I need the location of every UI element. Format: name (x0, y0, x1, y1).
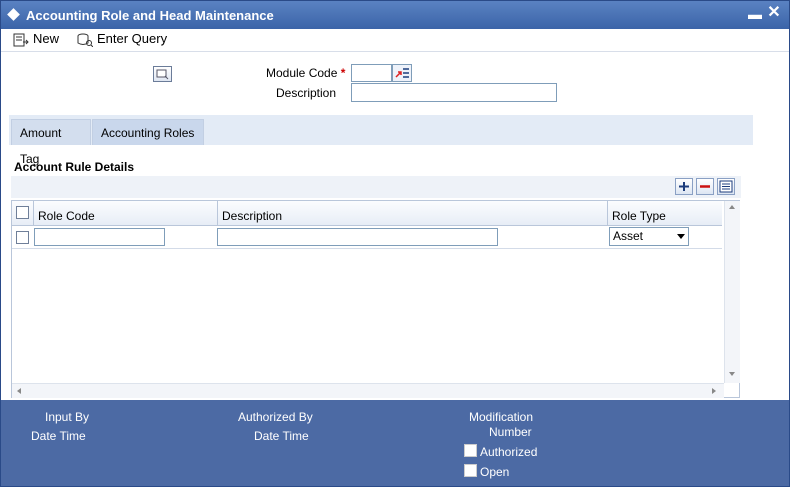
form-options-glyph-icon (156, 69, 169, 80)
description-label: Description (276, 86, 337, 100)
description-input[interactable] (351, 83, 557, 102)
vertical-scrollbar[interactable] (724, 201, 740, 383)
table-row: Asset (12, 226, 722, 249)
lov-list-icon (395, 68, 409, 78)
single-view-button[interactable] (717, 178, 735, 195)
app-diamond-icon (7, 8, 20, 21)
date-time-label-1: Date Time (31, 429, 86, 443)
input-by-label: Input By (45, 410, 90, 424)
content-area: Module Code * Description Amount Tag Acc… (1, 52, 789, 399)
role-type-select[interactable]: Asset (609, 227, 689, 246)
audit-footer: Input By Date Time Authorized By Date Ti… (1, 400, 789, 486)
header-description: Description (218, 201, 608, 225)
row-checkbox[interactable] (16, 231, 29, 244)
role-code-input[interactable] (34, 228, 165, 246)
main-window: Accounting Role and Head Maintenance ▬ ✕… (0, 0, 790, 487)
authorized-by-label: Authorized By (238, 410, 313, 424)
delete-row-button[interactable] (696, 178, 714, 195)
header-role-code: Role Code (34, 201, 218, 225)
scroll-down-icon[interactable] (729, 372, 735, 376)
tab-accounting-roles[interactable]: Accounting Roles (92, 119, 204, 145)
account-rule-grid: Role Code Description Role Type Asset (11, 200, 740, 398)
window-title: Accounting Role and Head Maintenance (26, 8, 274, 23)
plus-icon (679, 182, 689, 191)
open-checkbox[interactable] (464, 464, 477, 477)
date-time-label-2: Date Time (254, 429, 309, 443)
scroll-up-icon[interactable] (729, 205, 735, 209)
close-icon[interactable]: ✕ (766, 4, 782, 22)
query-icon (77, 33, 93, 47)
open-label: Open (480, 465, 510, 479)
grid-header: Role Code Description Role Type (12, 201, 722, 226)
header-role-type: Role Type (612, 209, 666, 223)
row-description-input[interactable] (217, 228, 498, 246)
grid-toolbar (11, 176, 741, 198)
enter-query-button[interactable]: Enter Query (77, 30, 167, 48)
dropdown-arrow-icon (677, 234, 685, 239)
select-all-cell (12, 201, 34, 225)
tab-strip: Amount Tag Accounting Roles (9, 115, 753, 166)
new-button[interactable]: New (13, 30, 59, 48)
authorized-checkbox[interactable] (464, 444, 477, 457)
new-record-icon (13, 33, 29, 47)
module-code-lov-button[interactable] (392, 64, 412, 82)
module-code-input[interactable] (351, 64, 392, 82)
module-code-label-text: Module Code (266, 66, 338, 80)
required-mark: * (340, 66, 346, 80)
section-title: Account Rule Details (14, 160, 135, 174)
authorized-label: Authorized (480, 445, 538, 459)
number-label: Number (489, 425, 532, 439)
tab-amount-tag[interactable]: Amount Tag (11, 119, 91, 166)
scroll-left-icon[interactable] (17, 388, 21, 394)
minus-icon (700, 185, 710, 188)
toolbar: New Enter Query (1, 29, 789, 52)
new-label: New (33, 31, 60, 46)
minimize-icon[interactable]: ▬ (748, 5, 762, 23)
module-code-label: Module Code * (266, 66, 345, 80)
title-bar: Accounting Role and Head Maintenance ▬ ✕ (1, 1, 789, 29)
select-all-checkbox[interactable] (16, 206, 29, 219)
scroll-right-icon[interactable] (712, 388, 716, 394)
add-row-button[interactable] (675, 178, 693, 195)
modification-label: Modification (469, 410, 534, 424)
list-view-icon (719, 180, 733, 193)
horizontal-scrollbar[interactable] (12, 383, 724, 398)
enter-query-label: Enter Query (97, 31, 168, 46)
role-type-value: Asset (613, 229, 644, 243)
form-options-icon[interactable] (153, 66, 172, 82)
